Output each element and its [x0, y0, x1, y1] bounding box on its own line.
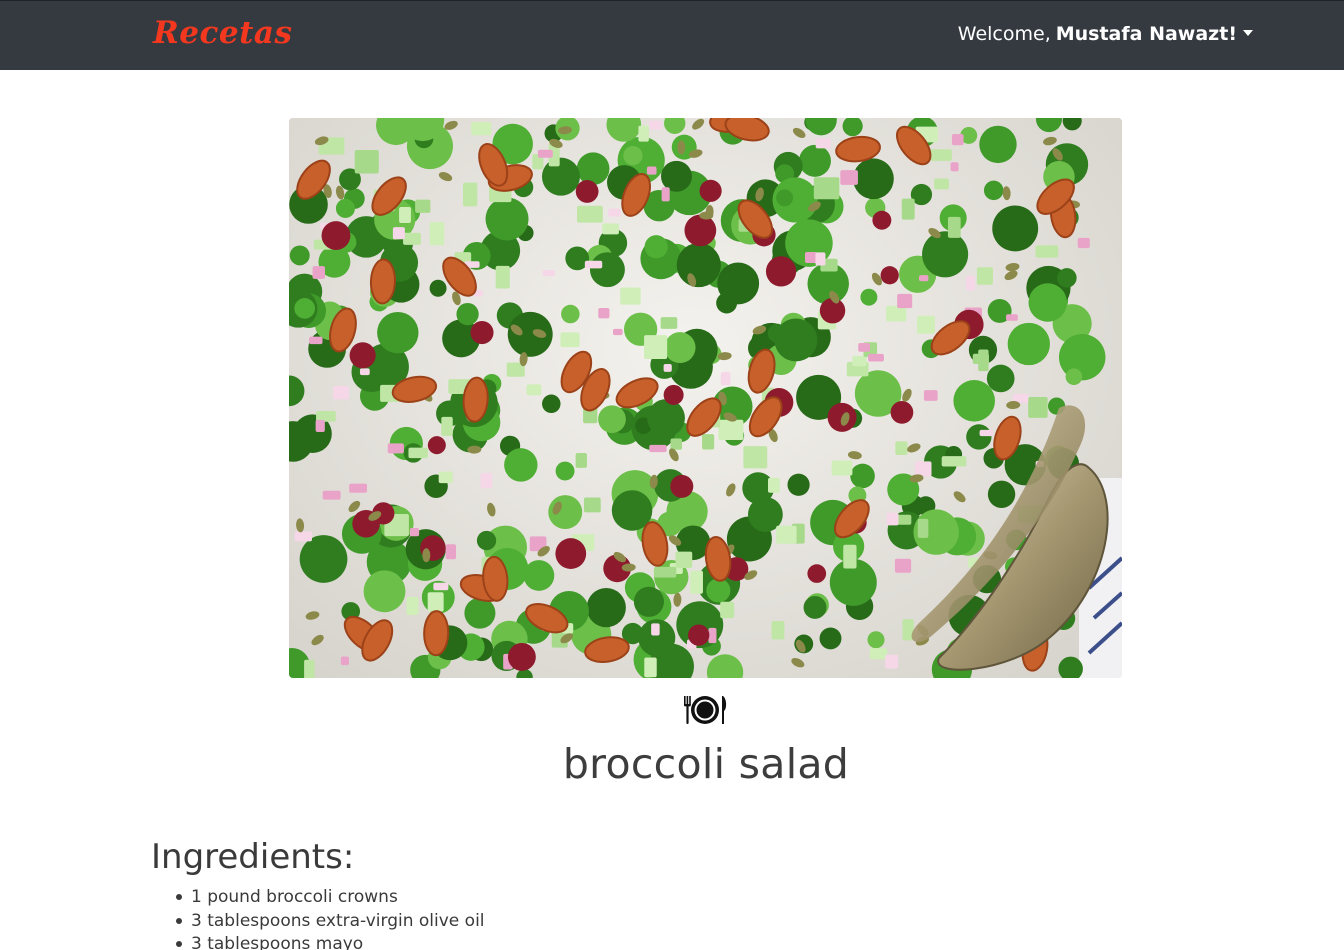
username: Mustafa Nawazt!: [1055, 23, 1237, 45]
recipe-image: [289, 118, 1122, 678]
user-dropdown-toggle[interactable]: Welcome, Mustafa Nawazt!: [958, 23, 1253, 45]
recipe-title: broccoli salad: [562, 740, 850, 788]
caret-down-icon: [1243, 30, 1253, 36]
brand-logo[interactable]: Recetas: [153, 15, 292, 51]
plate-with-utensils-icon: [682, 694, 728, 726]
ingredient-item: 3 tablespoons extra-virgin olive oil: [176, 910, 485, 934]
ingredient-item: 3 tablespoons mayo: [176, 933, 485, 950]
ingredients-list: 1 pound broccoli crowns 3 tablespoons ex…: [176, 886, 485, 950]
ingredient-item: 1 pound broccoli crowns: [176, 886, 485, 910]
welcome-text: Welcome,: [957, 23, 1051, 45]
top-navbar: Recetas Welcome, Mustafa Nawazt!: [0, 0, 1344, 70]
ingredients-heading: Ingredients:: [151, 837, 355, 877]
